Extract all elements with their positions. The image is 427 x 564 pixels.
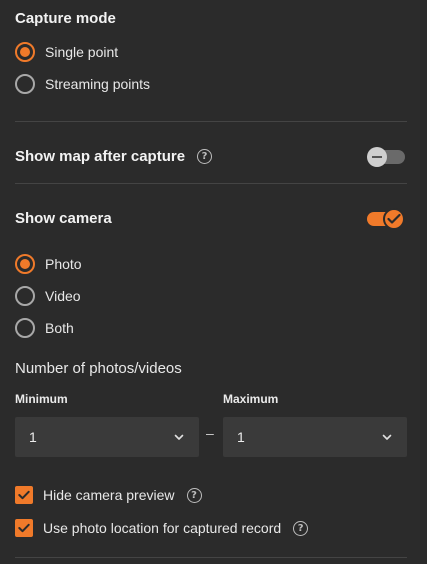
check-icon — [18, 490, 30, 500]
radio-selected-icon — [15, 42, 35, 62]
maximum-value: 1 — [237, 429, 245, 445]
help-circle-icon[interactable]: ? — [293, 520, 309, 536]
radio-streaming-points[interactable]: Streaming points — [15, 73, 150, 95]
help-circle-icon[interactable]: ? — [186, 487, 202, 503]
checkbox-label: Use photo location for captured record — [43, 520, 282, 536]
minimum-label: Minimum — [15, 392, 68, 406]
checkbox-checked-icon — [15, 486, 33, 504]
checkbox-checked-icon — [15, 519, 33, 537]
show-camera-label: Show camera — [15, 210, 112, 227]
radio-label: Single point — [45, 44, 119, 60]
divider — [15, 183, 407, 184]
radio-photo[interactable]: Photo — [15, 253, 82, 275]
show-map-toggle[interactable] — [367, 147, 405, 167]
maximum-select[interactable]: 1 — [223, 417, 407, 457]
radio-single-point[interactable]: Single point — [15, 41, 118, 63]
radio-selected-icon — [15, 254, 35, 274]
help-circle-icon[interactable]: ? — [197, 149, 213, 164]
show-map-label: Show map after capture — [15, 148, 186, 165]
radio-label: Photo — [45, 256, 82, 272]
show-camera-toggle[interactable] — [367, 208, 405, 230]
maximum-label: Maximum — [223, 392, 279, 406]
radio-label: Video — [45, 288, 81, 304]
radio-label: Both — [45, 320, 74, 336]
minimum-select[interactable]: 1 — [15, 417, 199, 457]
chevron-down-icon — [382, 434, 392, 440]
toggle-off-knob — [367, 147, 387, 167]
divider — [15, 121, 407, 122]
capture-mode-title: Capture mode — [15, 10, 116, 27]
radio-unselected-icon — [15, 286, 35, 306]
hide-camera-preview-checkbox[interactable]: Hide camera preview ? — [15, 485, 202, 505]
show-map-row: Show map after capture ? — [15, 148, 213, 165]
count-title: Number of photos/videos — [15, 360, 182, 377]
minimum-value: 1 — [29, 429, 37, 445]
use-photo-location-checkbox[interactable]: Use photo location for captured record ? — [15, 518, 309, 538]
range-separator: – — [206, 425, 214, 441]
radio-both[interactable]: Both — [15, 317, 74, 339]
chevron-down-icon — [174, 434, 184, 440]
radio-unselected-icon — [15, 74, 35, 94]
radio-unselected-icon — [15, 318, 35, 338]
check-icon — [387, 213, 401, 224]
radio-video[interactable]: Video — [15, 285, 81, 307]
divider — [15, 557, 407, 558]
checkbox-label: Hide camera preview — [43, 487, 175, 503]
toggle-on-knob — [383, 208, 405, 230]
check-icon — [18, 523, 30, 533]
radio-label: Streaming points — [45, 76, 151, 92]
